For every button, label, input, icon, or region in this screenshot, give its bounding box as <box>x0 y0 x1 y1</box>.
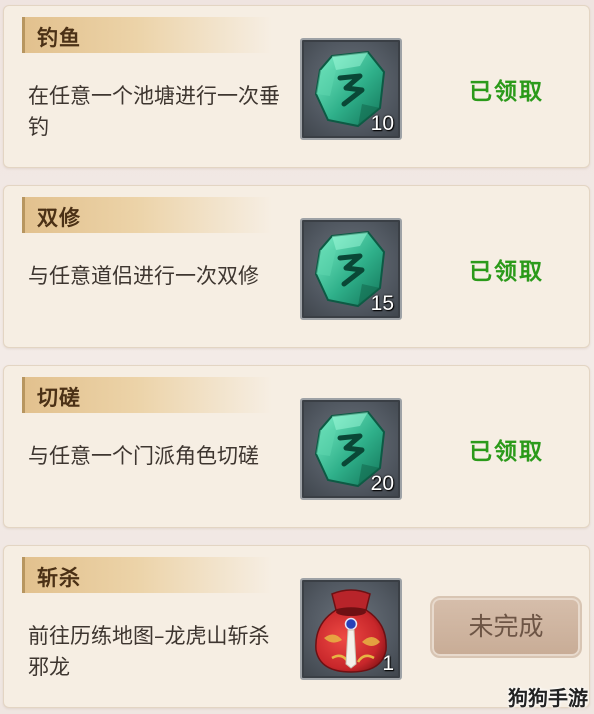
task-description: 在任意一个池塘进行一次垂钓 <box>28 84 280 139</box>
reward-item-slot[interactable]: 20 <box>300 398 402 500</box>
task-title-tab: 双修 <box>22 197 272 233</box>
task-title: 钓鱼 <box>37 25 81 50</box>
task-title: 双修 <box>37 205 81 230</box>
task-description: 前往历练地图–龙虎山斩杀邪龙 <box>28 624 270 679</box>
reward-item-slot[interactable]: 10 <box>300 38 402 140</box>
claimed-status: 已领取 <box>469 78 544 105</box>
reward-count: 15 <box>370 292 394 315</box>
claimed-status: 已领取 <box>469 258 544 285</box>
task-description: 与任意道侣进行一次双修 <box>28 264 259 288</box>
task-title-tab: 钓鱼 <box>22 17 272 53</box>
task-title: 切磋 <box>37 385 81 410</box>
reward-count: 20 <box>370 472 394 495</box>
watermark: 狗狗手游 <box>508 686 588 710</box>
task-card-spar: 切磋 与任意一个门派角色切磋 20 已领取 <box>3 365 590 528</box>
task-card-dual-cultivation: 双修 与任意道侣进行一次双修 15 已领取 <box>3 185 590 348</box>
reward-item-slot[interactable]: 1 <box>300 578 402 680</box>
task-title-tab: 斩杀 <box>22 557 272 593</box>
incomplete-status-button[interactable]: 未完成 <box>430 596 582 658</box>
reward-item-slot[interactable]: 15 <box>300 218 402 320</box>
task-title-tab: 切磋 <box>22 377 272 413</box>
task-card-fishing: 钓鱼 在任意一个池塘进行一次垂钓 10 已领取 <box>3 5 590 168</box>
claimed-status: 已领取 <box>469 438 544 465</box>
reward-count: 10 <box>370 112 394 135</box>
task-card-slay: 斩杀 前往历练地图–龙虎山斩杀邪龙 1 未完成 <box>3 545 590 708</box>
task-description: 与任意一个门派角色切磋 <box>28 444 259 468</box>
task-title: 斩杀 <box>37 565 81 590</box>
reward-count: 1 <box>382 652 394 675</box>
